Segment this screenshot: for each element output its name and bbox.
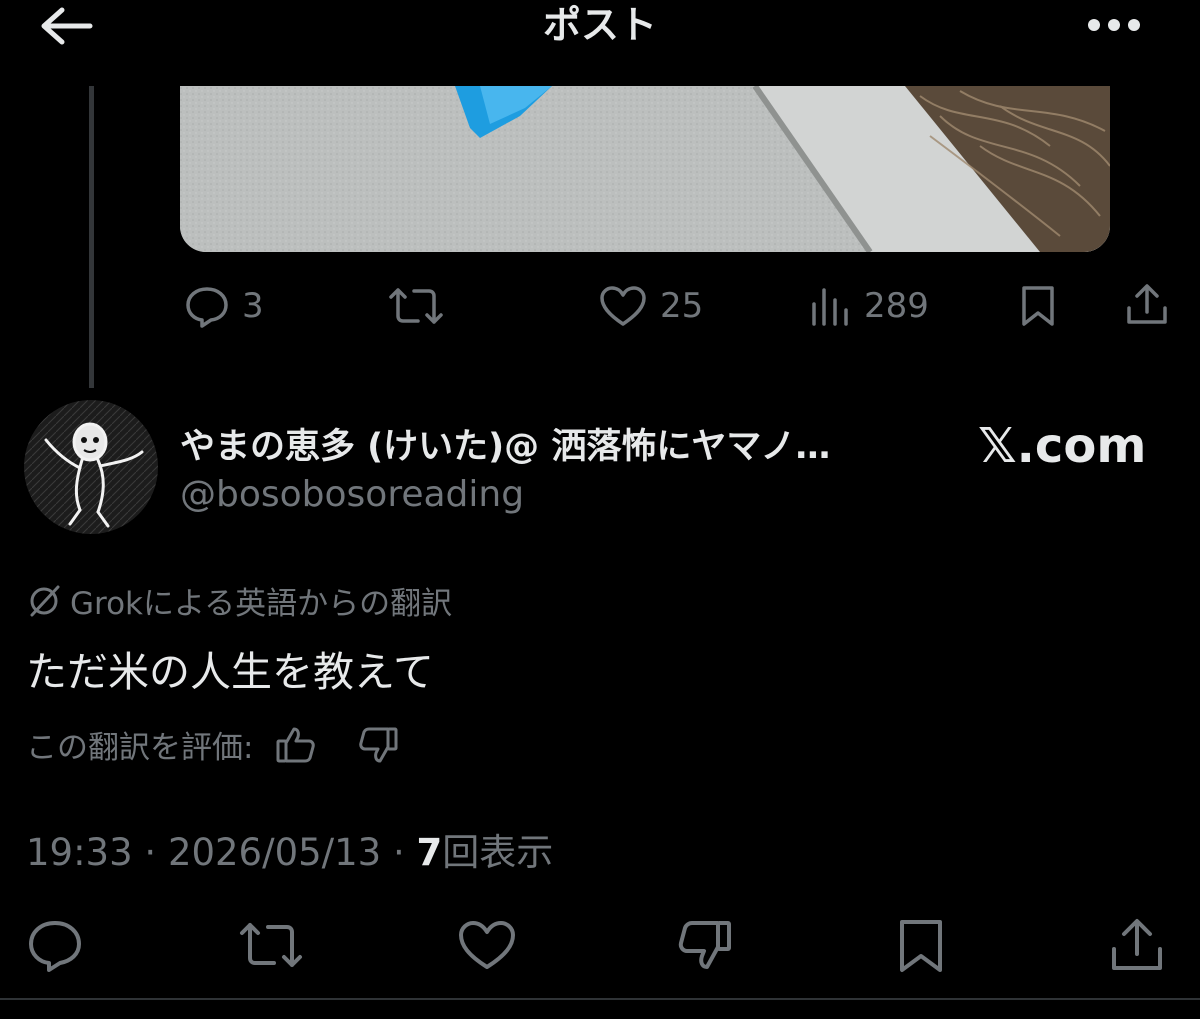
author-display-name[interactable]: やまの恵多 (けいた)@ 洒落怖にヤマノ… (180, 418, 950, 469)
thumbs-up-button[interactable] (275, 725, 317, 765)
share-icon (1127, 284, 1167, 324)
avatar[interactable] (24, 400, 158, 534)
photo-pavement-image (180, 86, 1110, 252)
repost-button[interactable] (388, 284, 444, 328)
views-label: 回表示 (442, 831, 554, 874)
view-count: 289 (864, 286, 929, 326)
repost-icon (389, 288, 443, 324)
translation-source-row: Grokによる英語からの翻訳 (26, 578, 452, 623)
author-handle[interactable]: @bosobosoreading (180, 474, 524, 515)
share-button[interactable] (1108, 916, 1166, 974)
top-bar: ポスト (0, 0, 1200, 56)
reply-icon (186, 287, 228, 328)
reply-icon (29, 921, 81, 972)
meta-separator: · (392, 831, 405, 874)
bookmark-icon (1022, 286, 1054, 326)
divider (0, 998, 1200, 1000)
post-media-image[interactable] (180, 86, 1110, 252)
quoted-post-actions: 3 25 289 (0, 270, 1200, 340)
rate-translation-row: この翻訳を評価: (26, 722, 399, 767)
like-button[interactable] (456, 918, 518, 972)
share-button[interactable] (1124, 282, 1170, 328)
analytics-bars-icon (812, 288, 848, 326)
thumbs-up-icon (276, 727, 316, 762)
reply-button[interactable] (26, 918, 84, 972)
thread-connector-line (89, 86, 94, 388)
bookmark-button[interactable] (1016, 284, 1060, 328)
dislike-button[interactable] (676, 918, 734, 972)
thumbs-down-icon (359, 727, 398, 762)
repost-icon (240, 923, 302, 967)
bookmark-icon (900, 920, 942, 972)
ghost-figure-avatar-image (24, 400, 158, 534)
post-date[interactable]: 2026/05/13 (168, 831, 381, 874)
views-count: 7 (416, 831, 443, 874)
grok-icon (30, 585, 60, 616)
repost-button[interactable] (238, 918, 304, 972)
like-button[interactable]: 25 (598, 284, 703, 328)
x-watermark: 𝕏.com (978, 418, 1147, 474)
reply-count: 3 (242, 286, 264, 326)
post-actions (0, 910, 1200, 980)
heart-icon (600, 286, 646, 326)
translation-label: Grokによる英語からの翻訳 (70, 586, 453, 622)
views-button[interactable]: 289 (808, 284, 929, 328)
reply-button[interactable]: 3 (184, 284, 264, 328)
rate-translation-label: この翻訳を評価: (26, 730, 254, 766)
thumbs-down-button[interactable] (357, 725, 399, 765)
like-count: 25 (660, 286, 704, 326)
more-button[interactable] (1082, 10, 1146, 40)
post-meta: 19:33 · 2026/05/13 · 7回表示 (26, 822, 553, 876)
post-time[interactable]: 19:33 (26, 831, 133, 874)
heart-icon (459, 921, 515, 969)
page-title: ポスト (542, 3, 657, 47)
post-text: ただ米の人生を教えて (26, 648, 434, 696)
share-icon (1112, 919, 1162, 970)
more-dots-icon (1088, 19, 1140, 31)
thumbs-down-icon (678, 921, 731, 969)
meta-separator: · (144, 831, 157, 874)
bookmark-button[interactable] (894, 918, 948, 974)
